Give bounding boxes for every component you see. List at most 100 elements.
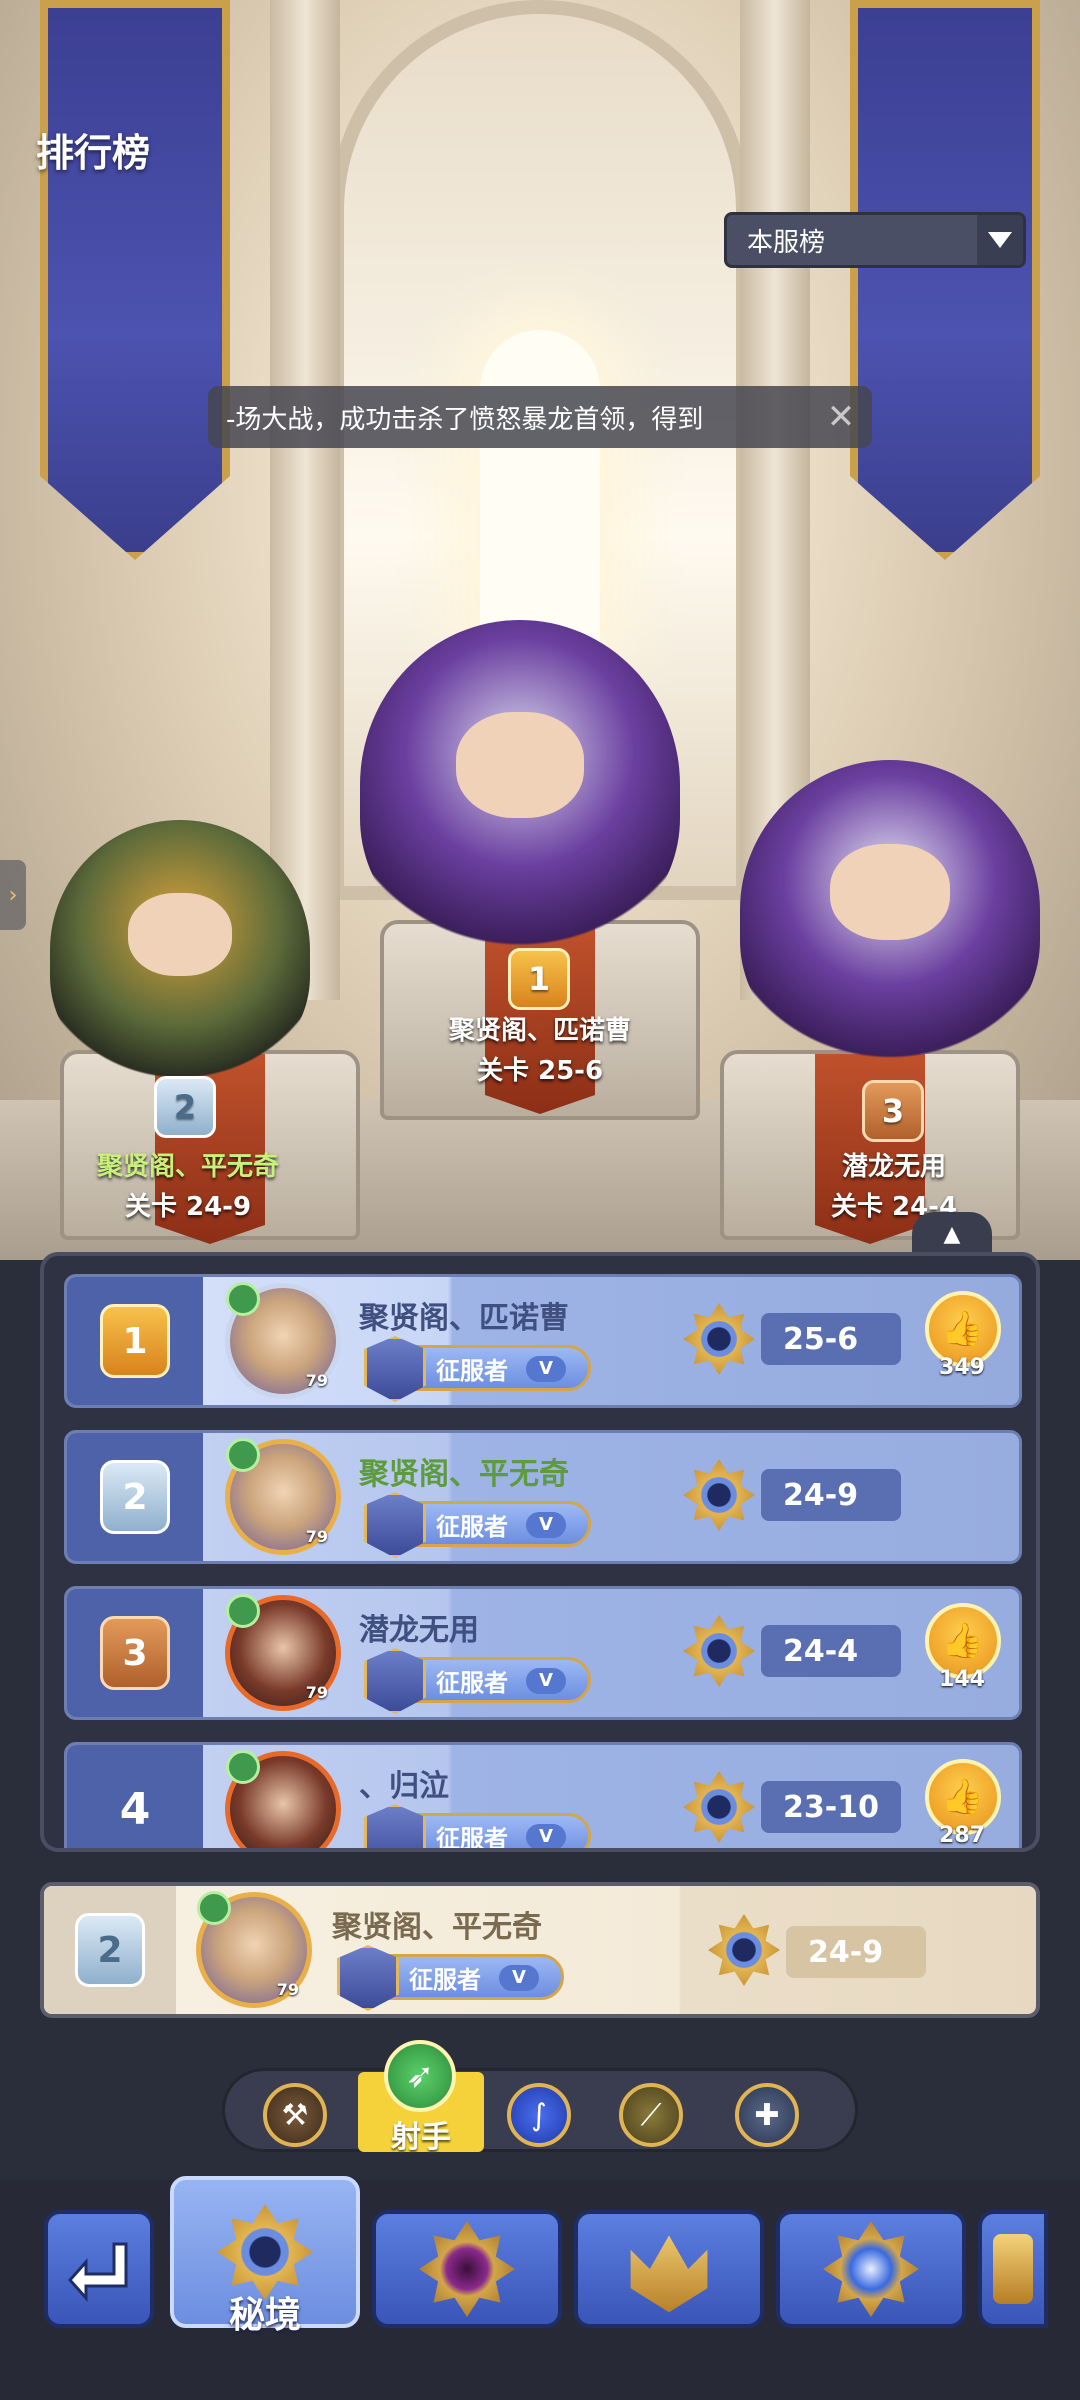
title-tier: V — [526, 1668, 566, 1694]
tab-archer-label: 射手 — [391, 2120, 451, 2155]
page-title: 排行榜 — [36, 131, 151, 175]
hero-second-place[interactable] — [50, 820, 310, 1080]
hero-third-place[interactable] — [740, 760, 1040, 1060]
compass-emblem-icon — [823, 2221, 919, 2317]
player-name: 、归泣 — [359, 1769, 449, 1804]
podium-name-second[interactable]: 聚贤阁、平无奇 — [58, 1146, 318, 1183]
left-banner — [40, 0, 230, 560]
side-expand-arrow-icon[interactable]: › — [0, 860, 26, 930]
partial-emblem-icon — [993, 2234, 1033, 2304]
player-name: 聚贤阁、平无奇 — [359, 1457, 569, 1492]
rank-badge-gold: 1 — [100, 1304, 170, 1378]
podium-stage-first: 关卡 25-6 — [476, 1056, 604, 1086]
nav-compass[interactable] — [776, 2210, 966, 2328]
class-priest-cross-icon[interactable]: ✚ — [735, 2083, 799, 2147]
server-dropdown-value: 本服榜 — [747, 227, 826, 258]
title-badge-label: 征服者 — [436, 1356, 508, 1385]
rank-cell: 2 — [44, 1886, 176, 2014]
return-arrow-icon — [67, 2242, 128, 2302]
title-tier: V — [499, 1965, 539, 1991]
rank-badge-bronze: 3 — [100, 1616, 170, 1690]
title-badge: 征服者 V — [364, 1492, 591, 1558]
title-badge: 征服者 V — [364, 1648, 591, 1714]
class-archer-icon — [226, 1282, 260, 1316]
stage-value: 24-4 — [761, 1625, 901, 1677]
title-tier: V — [526, 1356, 566, 1382]
table-row[interactable]: 4 、归泣 征服者 V 23-10 👍 287 — [64, 1742, 1022, 1852]
hero-first-place[interactable] — [360, 620, 680, 950]
podium-rank-badge-third: 3 — [862, 1080, 924, 1142]
rank-number: 4 — [119, 1783, 151, 1835]
hero-face — [128, 892, 232, 976]
chevron-down-icon[interactable] — [977, 215, 1023, 265]
title-emblem-icon — [364, 1336, 426, 1402]
title-emblem-icon — [337, 1945, 399, 2011]
title-badge-label: 征服者 — [436, 1512, 508, 1541]
rank-cell: 3 — [67, 1589, 203, 1717]
player-level: 79 — [305, 1683, 328, 1702]
nav-secret-realm-label: 秘境 — [228, 2295, 301, 2336]
podium-name-first[interactable]: 聚贤阁、匹诺曹 — [410, 1010, 670, 1047]
my-rank-row[interactable]: 2 79 聚贤阁、平无奇 征服者 V 24-9 — [40, 1882, 1040, 2018]
title-emblem-icon — [364, 1648, 426, 1714]
nav-more-partial[interactable] — [978, 2210, 1048, 2328]
like-count: 144 — [939, 1667, 985, 1692]
title-badge: 征服者 V — [337, 1945, 564, 2011]
leaderboard-list[interactable]: 1 79 聚贤阁、匹诺曹 征服者 V 25-6 👍 349 2 79 聚贤阁、平… — [40, 1252, 1040, 1852]
table-row[interactable]: 2 79 聚贤阁、平无奇 征服者 V 24-9 — [64, 1430, 1022, 1564]
rank-cell: 1 — [67, 1277, 203, 1405]
player-name: 聚贤阁、匹诺曹 — [359, 1301, 569, 1336]
avatar[interactable]: 79 — [225, 1438, 341, 1555]
like-count: 287 — [939, 1823, 985, 1848]
secret-realm-medal-icon — [683, 1303, 755, 1375]
stage-value: 23-10 — [761, 1781, 901, 1833]
server-dropdown[interactable]: 本服榜 — [724, 212, 1026, 268]
avatar[interactable]: 79 — [196, 1891, 312, 2008]
class-archer-bow-icon[interactable]: ➶ — [384, 2040, 456, 2112]
class-assassin-blade-icon[interactable]: ⟋ — [619, 2083, 683, 2147]
class-archer-icon — [226, 1438, 260, 1472]
podium-name-third[interactable]: 潜龙无用 — [764, 1146, 1024, 1183]
avatar[interactable]: 79 — [225, 1282, 341, 1399]
ticker-text: -场大战，成功击杀了愤怒暴龙首领，得到 — [226, 404, 704, 435]
collapse-list-toggle-icon[interactable]: ▲ — [912, 1212, 992, 1256]
class-mage-staff-icon[interactable]: ∫ — [507, 2083, 571, 2147]
stage-value: 25-6 — [761, 1313, 901, 1365]
title-emblem-icon — [364, 1492, 426, 1558]
title-badge-label: 征服者 — [409, 1965, 481, 1994]
avatar[interactable] — [225, 1750, 341, 1848]
player-name: 潜龙无用 — [359, 1613, 479, 1648]
podium-rank-badge-second: 2 — [154, 1076, 216, 1138]
like-count: 349 — [939, 1355, 985, 1380]
rank-cell: 4 — [67, 1745, 203, 1848]
avatar[interactable]: 79 — [225, 1594, 341, 1711]
player-level: 79 — [276, 1980, 299, 1999]
rank-badge-silver: 2 — [100, 1460, 170, 1534]
player-level: 79 — [305, 1371, 328, 1390]
nav-crown[interactable] — [574, 2210, 764, 2328]
title-badge-label: 征服者 — [436, 1668, 508, 1697]
right-banner — [850, 0, 1040, 560]
podium-rank-badge-first: 1 — [508, 948, 570, 1010]
player-level: 79 — [305, 1527, 328, 1546]
background-window-light — [480, 330, 600, 650]
rank-badge-silver: 2 — [75, 1913, 145, 1987]
hero-face — [456, 712, 584, 818]
table-row[interactable]: 3 79 潜龙无用 征服者 V 24-4 👍 144 — [64, 1586, 1022, 1720]
close-icon[interactable]: ✕ — [824, 400, 858, 434]
nav-demon-eye[interactable] — [372, 2210, 562, 2328]
secret-realm-medal-icon — [683, 1615, 755, 1687]
class-warrior-axe-icon[interactable]: ⚒ — [263, 2083, 327, 2147]
podium-stage-second: 关卡 24-9 — [124, 1192, 252, 1222]
back-button[interactable] — [44, 2210, 154, 2328]
title-badge-label: 征服者 — [436, 1824, 508, 1852]
title-tier: V — [526, 1512, 566, 1538]
title-badge: 征服者 V — [364, 1336, 591, 1402]
background-pillar — [270, 0, 340, 1000]
class-archer-icon — [226, 1594, 260, 1628]
secret-realm-medal-icon — [683, 1459, 755, 1531]
player-name: 聚贤阁、平无奇 — [332, 1910, 542, 1945]
demon-eye-emblem-icon — [419, 2221, 515, 2317]
table-row[interactable]: 1 79 聚贤阁、匹诺曹 征服者 V 25-6 👍 349 — [64, 1274, 1022, 1408]
rank-cell: 2 — [67, 1433, 203, 1561]
